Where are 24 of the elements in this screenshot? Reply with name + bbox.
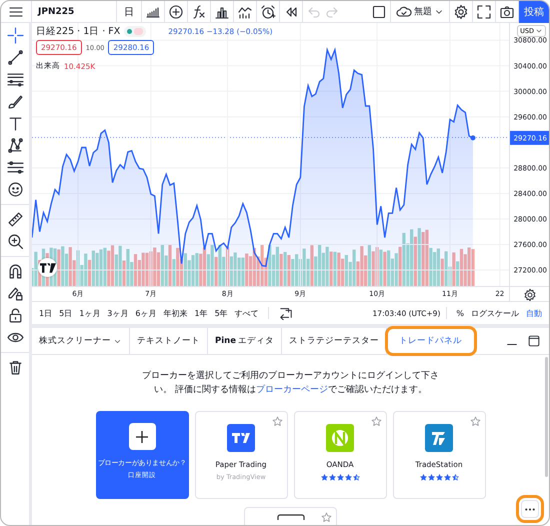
- range-button[interactable]: 5日: [56, 306, 76, 320]
- symbol-button[interactable]: JPN225: [32, 1, 117, 22]
- symbol-title[interactable]: 日経225 · 1日 · FX: [36, 25, 120, 38]
- panel-tab[interactable]: テキストノート: [130, 328, 208, 354]
- range-button[interactable]: 5年: [212, 306, 231, 320]
- range-button[interactable]: 1日: [36, 306, 56, 320]
- panel-tab[interactable]: ストラテジーテスター: [282, 328, 387, 354]
- range-button[interactable]: 年初来: [160, 306, 190, 320]
- range-button[interactable]: すべて: [232, 306, 262, 320]
- log-scale-button[interactable]: ログスケール: [468, 306, 522, 320]
- panel-tab[interactable]: 株式スクリーナー: [32, 328, 130, 354]
- instruction-text: ブローカーを選択してご利用のブローカーアカウントにログインして下さい。 評価に関する情報はブローカーページでご確認いただけます。: [141, 370, 440, 397]
- layout-name[interactable]: 無題: [414, 5, 432, 18]
- percent-button[interactable]: %: [453, 306, 467, 320]
- range-button[interactable]: 1年: [191, 306, 211, 320]
- range-button[interactable]: 6ヶ月: [132, 306, 160, 320]
- publish-button[interactable]: 投稿: [519, 1, 549, 22]
- range-button[interactable]: 3ヶ月: [104, 306, 132, 320]
- panel-tab[interactable]: トレードパネル: [386, 328, 475, 354]
- range-button[interactable]: 1ヶ月: [76, 306, 104, 320]
- panel-tab[interactable]: Pine エディタ: [208, 328, 282, 354]
- broker-page-link[interactable]: ブローカーページ: [256, 385, 328, 395]
- auto-scale-button[interactable]: 自動: [523, 306, 545, 320]
- interval-button[interactable]: 日: [117, 1, 142, 22]
